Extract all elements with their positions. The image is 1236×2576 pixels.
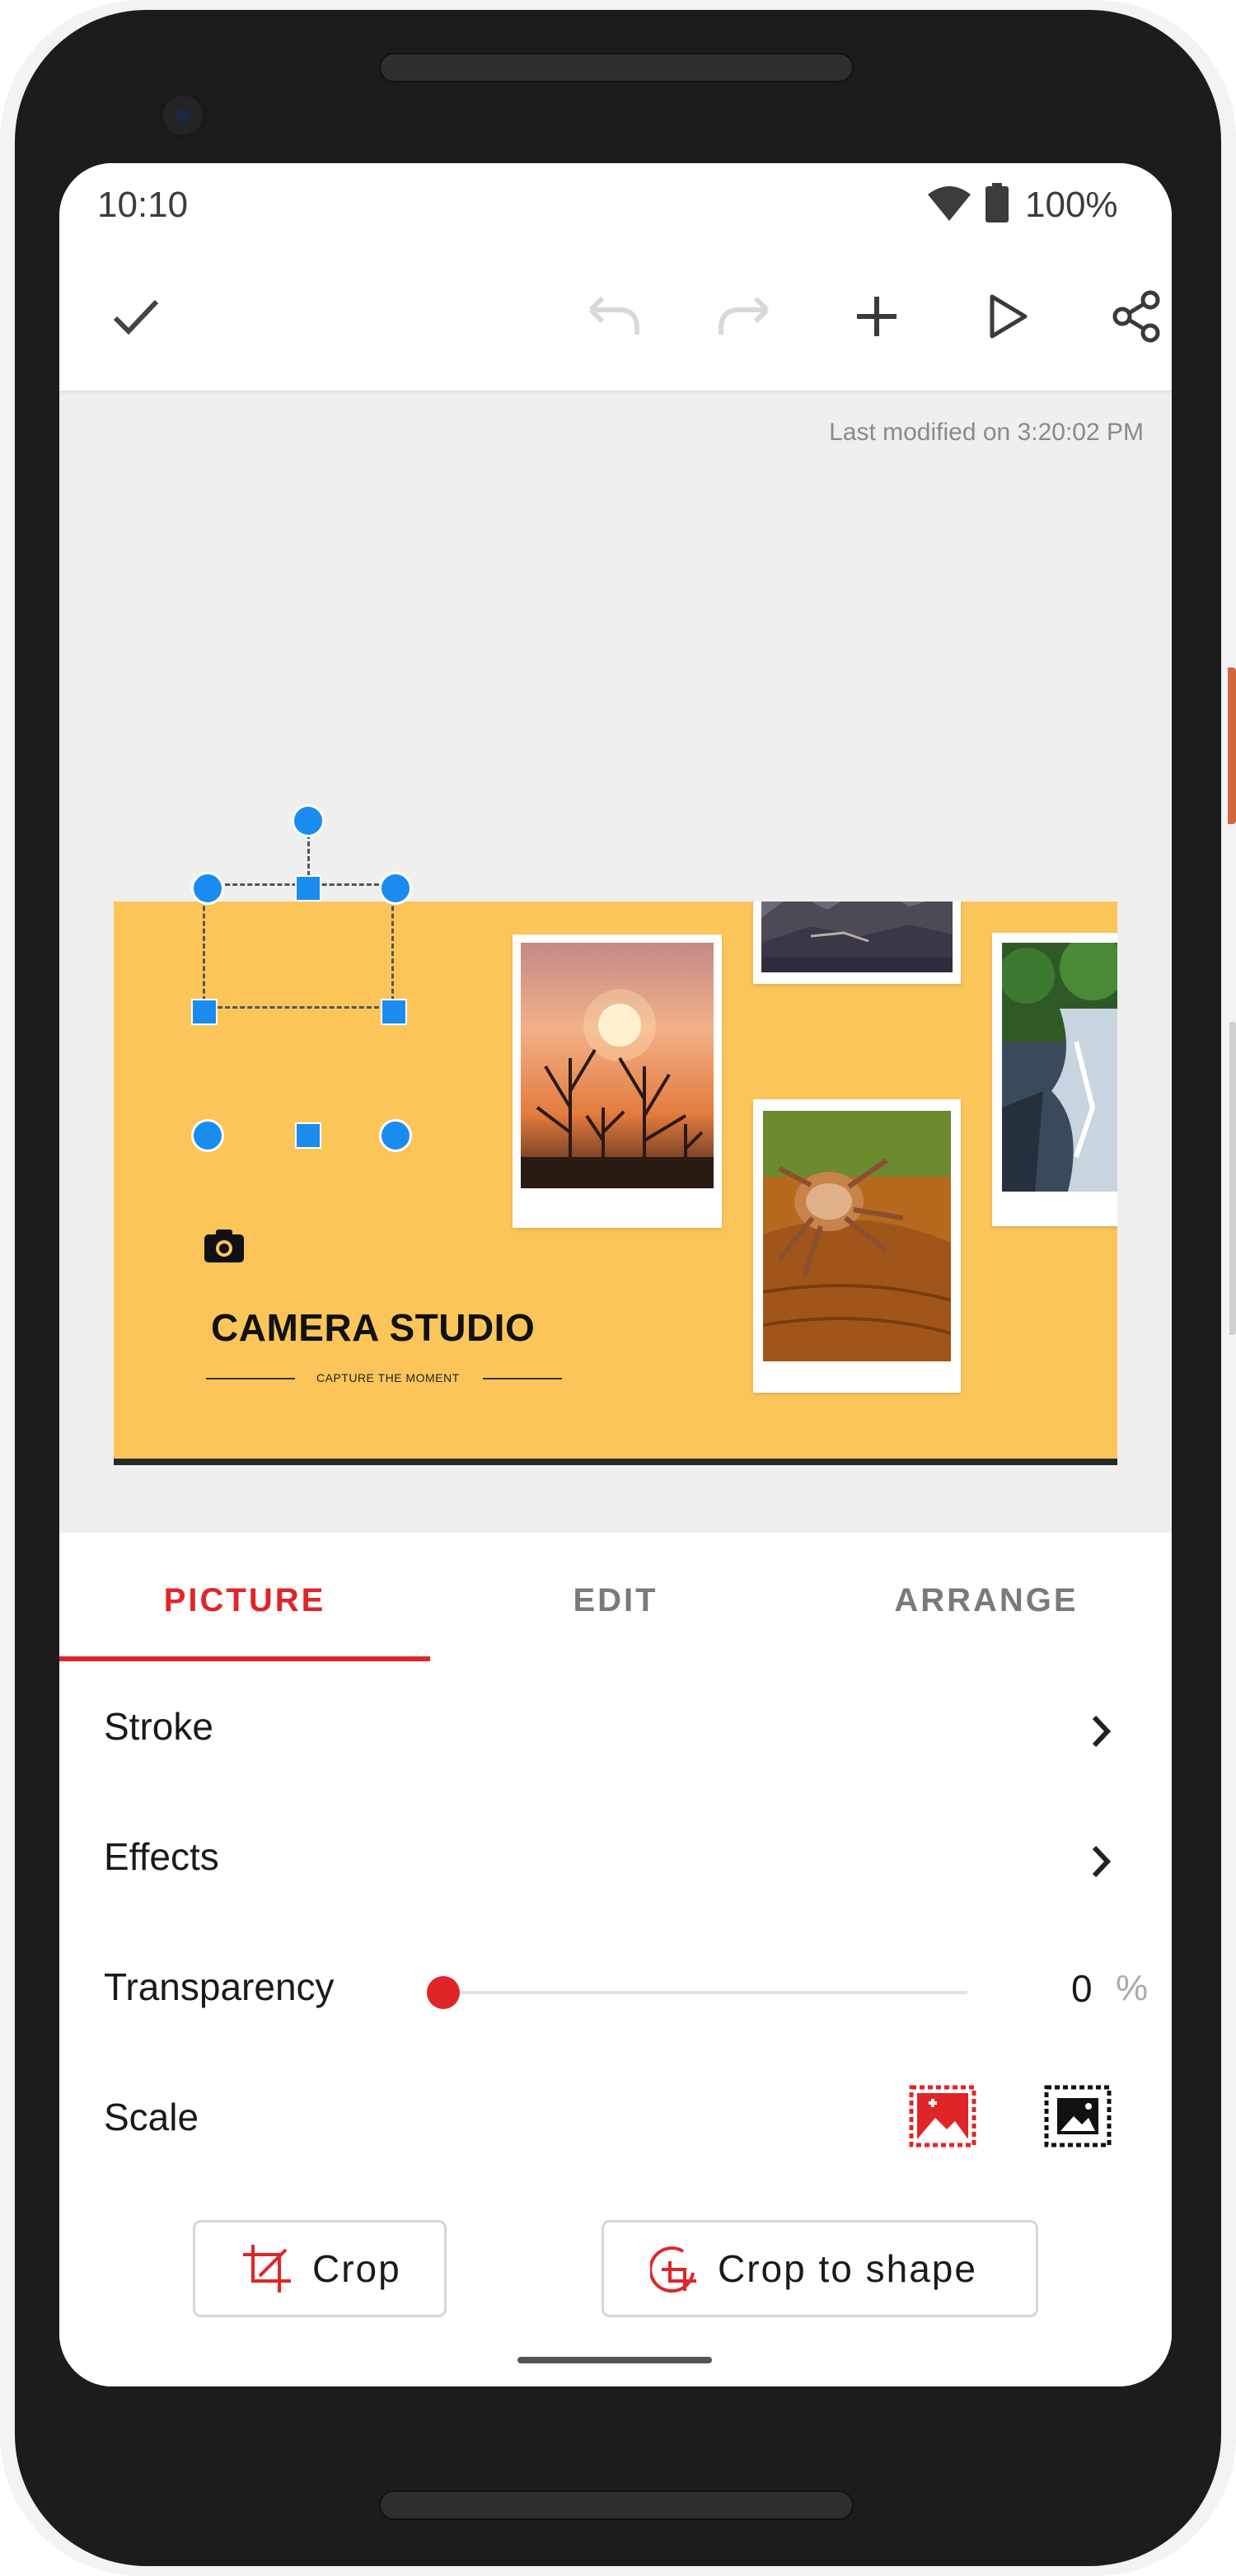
- image-fill-icon: [909, 2085, 976, 2147]
- spider-photo: [763, 1111, 951, 1361]
- undo-button[interactable]: [580, 283, 646, 349]
- camera-icon: [204, 1229, 244, 1262]
- screen: 10:10 100% Last modified on 3:20:02 PM C…: [59, 163, 1172, 2386]
- transparency-label: Transparency: [104, 1965, 335, 2008]
- chevron-right-icon: [1092, 1715, 1112, 1748]
- redo-icon: [719, 296, 770, 335]
- share-icon: [1112, 290, 1160, 343]
- bottom-speaker: [379, 2490, 854, 2520]
- waterfall-image: [1002, 943, 1117, 1192]
- transparency-value: 0: [1071, 1967, 1093, 2010]
- battery-icon: [986, 183, 1009, 222]
- status-time: 10:10: [97, 185, 189, 225]
- sunset-image: [521, 943, 714, 1188]
- sunset-photo: [521, 943, 714, 1188]
- resize-handle-right[interactable]: [381, 999, 407, 1025]
- volume-button: [1229, 1022, 1236, 1335]
- transparency-unit: %: [1116, 1968, 1149, 2008]
- tab-edit[interactable]: EDIT: [430, 1582, 801, 1619]
- slide-title[interactable]: CAMERA STUDIO: [211, 1305, 535, 1350]
- effects-row[interactable]: Effects: [59, 1828, 1172, 1894]
- slide-subtitle[interactable]: CAPTURE THE MOMENT: [316, 1371, 460, 1384]
- chevron-right-icon: [1092, 1845, 1112, 1878]
- battery-percent: 100%: [1025, 185, 1118, 225]
- last-modified-text: Last modified on 3:20:02 PM: [829, 419, 1144, 446]
- gesture-nav-bar[interactable]: [517, 2357, 712, 2363]
- crop-button[interactable]: Crop: [193, 2220, 447, 2317]
- waterfall-photo: [1002, 943, 1117, 1192]
- transparency-slider-track[interactable]: [443, 1991, 967, 1994]
- effects-label: Effects: [104, 1835, 219, 1878]
- play-button[interactable]: [974, 283, 1040, 349]
- resize-handle-bottom-left[interactable]: [191, 1119, 224, 1152]
- scale-label: Scale: [104, 2096, 199, 2138]
- scale-fit-button[interactable]: [1043, 2083, 1112, 2149]
- check-icon: [113, 299, 159, 335]
- format-panel: PICTURE EDIT ARRANGE Stroke Effects Tran…: [59, 1533, 1172, 2386]
- subtitle-right-rule: [483, 1378, 562, 1379]
- mountain-photo: [761, 902, 953, 972]
- photo-frame-mountain[interactable]: [753, 902, 961, 984]
- transparency-slider-thumb[interactable]: [427, 1976, 460, 2009]
- scale-fill-button[interactable]: [908, 2083, 977, 2149]
- canvas-area[interactable]: Last modified on 3:20:02 PM CAMERA STUDI…: [59, 391, 1172, 1533]
- done-button[interactable]: [102, 283, 168, 349]
- crop-shape-icon: [650, 2246, 696, 2293]
- crop-icon: [243, 2245, 291, 2293]
- plus-icon: [857, 297, 897, 336]
- mountain-image: [761, 902, 953, 972]
- slide-bottom-bar: [114, 1459, 1117, 1465]
- share-button[interactable]: [1104, 283, 1170, 349]
- stroke-row[interactable]: Stroke: [59, 1698, 1172, 1763]
- add-button[interactable]: [844, 283, 910, 349]
- toolbar: [59, 242, 1172, 391]
- rotate-handle[interactable]: [292, 804, 325, 837]
- stroke-label: Stroke: [104, 1705, 213, 1748]
- tab-arrange[interactable]: ARRANGE: [801, 1582, 1172, 1619]
- image-fit-icon: [1044, 2085, 1112, 2147]
- resize-handle-top-right[interactable]: [379, 872, 412, 905]
- play-icon: [990, 294, 1028, 339]
- photo-frame-spider[interactable]: [753, 1099, 961, 1393]
- wifi-icon: [928, 186, 971, 221]
- undo-icon: [588, 296, 639, 335]
- photo-frame-waterfall[interactable]: [992, 933, 1117, 1226]
- crop-to-shape-label: Crop to shape: [718, 2247, 977, 2290]
- resize-handle-top-left[interactable]: [191, 872, 224, 905]
- front-camera: [158, 91, 208, 140]
- status-bar: 10:10 100%: [59, 163, 1172, 242]
- crop-label: Crop: [312, 2247, 401, 2290]
- earpiece-speaker: [379, 53, 854, 82]
- subtitle-left-rule: [206, 1378, 295, 1379]
- selection-box: [203, 883, 394, 1009]
- redo-button[interactable]: [712, 283, 778, 349]
- tab-picture[interactable]: PICTURE: [59, 1582, 430, 1619]
- resize-handle-bottom[interactable]: [295, 1122, 321, 1149]
- resize-handle-top[interactable]: [295, 875, 321, 902]
- photo-frame-sunset[interactable]: [513, 934, 722, 1228]
- power-button: [1228, 667, 1236, 824]
- resize-handle-left[interactable]: [191, 999, 218, 1025]
- active-tab-indicator: [59, 1656, 430, 1661]
- crop-to-shape-button[interactable]: Crop to shape: [602, 2220, 1038, 2317]
- spider-image: [763, 1111, 951, 1361]
- resize-handle-bottom-right[interactable]: [379, 1119, 412, 1152]
